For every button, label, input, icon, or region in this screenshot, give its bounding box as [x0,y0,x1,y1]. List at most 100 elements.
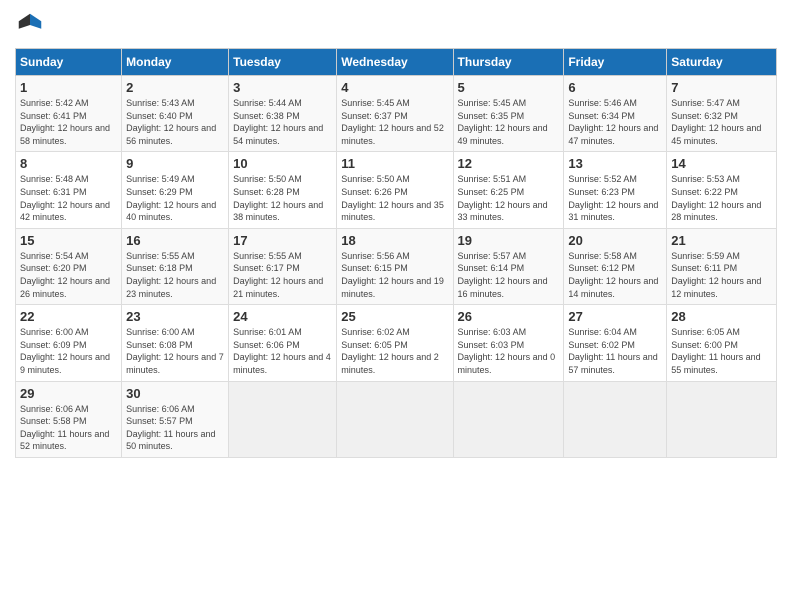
day-info: Sunrise: 5:52 AMSunset: 6:23 PMDaylight:… [568,173,662,223]
day-info: Sunrise: 6:04 AMSunset: 6:02 PMDaylight:… [568,326,662,376]
day-number: 17 [233,233,332,248]
calendar-cell: 16 Sunrise: 5:55 AMSunset: 6:18 PMDaylig… [122,228,229,304]
calendar-week-row: 15 Sunrise: 5:54 AMSunset: 6:20 PMDaylig… [16,228,777,304]
calendar-cell: 28 Sunrise: 6:05 AMSunset: 6:00 PMDaylig… [667,305,777,381]
calendar-cell: 29 Sunrise: 6:06 AMSunset: 5:58 PMDaylig… [16,381,122,457]
day-number: 4 [341,80,448,95]
day-number: 18 [341,233,448,248]
calendar-cell [667,381,777,457]
day-info: Sunrise: 6:01 AMSunset: 6:06 PMDaylight:… [233,326,332,376]
day-number: 27 [568,309,662,324]
calendar-cell: 21 Sunrise: 5:59 AMSunset: 6:11 PMDaylig… [667,228,777,304]
weekday-header: Wednesday [337,49,453,76]
calendar-cell [337,381,453,457]
calendar-cell: 17 Sunrise: 5:55 AMSunset: 6:17 PMDaylig… [229,228,337,304]
day-info: Sunrise: 5:49 AMSunset: 6:29 PMDaylight:… [126,173,224,223]
day-number: 29 [20,386,117,401]
day-number: 16 [126,233,224,248]
day-number: 19 [458,233,560,248]
calendar-cell: 12 Sunrise: 5:51 AMSunset: 6:25 PMDaylig… [453,152,564,228]
calendar-cell: 23 Sunrise: 6:00 AMSunset: 6:08 PMDaylig… [122,305,229,381]
calendar-cell: 1 Sunrise: 5:42 AMSunset: 6:41 PMDayligh… [16,76,122,152]
calendar-week-row: 22 Sunrise: 6:00 AMSunset: 6:09 PMDaylig… [16,305,777,381]
weekday-header: Friday [564,49,667,76]
day-info: Sunrise: 6:00 AMSunset: 6:08 PMDaylight:… [126,326,224,376]
day-info: Sunrise: 5:43 AMSunset: 6:40 PMDaylight:… [126,97,224,147]
day-info: Sunrise: 6:06 AMSunset: 5:58 PMDaylight:… [20,403,117,453]
day-number: 5 [458,80,560,95]
day-number: 1 [20,80,117,95]
weekday-header: Thursday [453,49,564,76]
calendar-cell: 27 Sunrise: 6:04 AMSunset: 6:02 PMDaylig… [564,305,667,381]
weekday-header: Saturday [667,49,777,76]
day-number: 24 [233,309,332,324]
day-number: 26 [458,309,560,324]
calendar-cell: 24 Sunrise: 6:01 AMSunset: 6:06 PMDaylig… [229,305,337,381]
day-info: Sunrise: 5:55 AMSunset: 6:18 PMDaylight:… [126,250,224,300]
day-number: 14 [671,156,772,171]
day-number: 3 [233,80,332,95]
day-number: 9 [126,156,224,171]
calendar-cell: 14 Sunrise: 5:53 AMSunset: 6:22 PMDaylig… [667,152,777,228]
day-number: 28 [671,309,772,324]
calendar-cell: 9 Sunrise: 5:49 AMSunset: 6:29 PMDayligh… [122,152,229,228]
weekday-header: Tuesday [229,49,337,76]
weekday-header: Sunday [16,49,122,76]
day-number: 11 [341,156,448,171]
day-number: 12 [458,156,560,171]
calendar-week-row: 29 Sunrise: 6:06 AMSunset: 5:58 PMDaylig… [16,381,777,457]
page-container: SundayMondayTuesdayWednesdayThursdayFrid… [0,0,792,468]
calendar-cell: 20 Sunrise: 5:58 AMSunset: 6:12 PMDaylig… [564,228,667,304]
day-info: Sunrise: 6:05 AMSunset: 6:00 PMDaylight:… [671,326,772,376]
calendar-cell: 19 Sunrise: 5:57 AMSunset: 6:14 PMDaylig… [453,228,564,304]
day-info: Sunrise: 5:45 AMSunset: 6:35 PMDaylight:… [458,97,560,147]
day-number: 20 [568,233,662,248]
day-info: Sunrise: 5:51 AMSunset: 6:25 PMDaylight:… [458,173,560,223]
day-number: 15 [20,233,117,248]
weekday-header: Monday [122,49,229,76]
calendar-cell: 8 Sunrise: 5:48 AMSunset: 6:31 PMDayligh… [16,152,122,228]
calendar-cell: 2 Sunrise: 5:43 AMSunset: 6:40 PMDayligh… [122,76,229,152]
day-number: 2 [126,80,224,95]
calendar-cell: 11 Sunrise: 5:50 AMSunset: 6:26 PMDaylig… [337,152,453,228]
calendar-week-row: 8 Sunrise: 5:48 AMSunset: 6:31 PMDayligh… [16,152,777,228]
day-info: Sunrise: 5:58 AMSunset: 6:12 PMDaylight:… [568,250,662,300]
calendar-cell: 26 Sunrise: 6:03 AMSunset: 6:03 PMDaylig… [453,305,564,381]
day-info: Sunrise: 5:42 AMSunset: 6:41 PMDaylight:… [20,97,117,147]
calendar-cell: 25 Sunrise: 6:02 AMSunset: 6:05 PMDaylig… [337,305,453,381]
day-info: Sunrise: 5:45 AMSunset: 6:37 PMDaylight:… [341,97,448,147]
calendar-cell [229,381,337,457]
calendar-week-row: 1 Sunrise: 5:42 AMSunset: 6:41 PMDayligh… [16,76,777,152]
calendar-cell: 5 Sunrise: 5:45 AMSunset: 6:35 PMDayligh… [453,76,564,152]
day-info: Sunrise: 5:46 AMSunset: 6:34 PMDaylight:… [568,97,662,147]
day-number: 30 [126,386,224,401]
day-number: 6 [568,80,662,95]
logo-icon [15,10,45,40]
day-number: 25 [341,309,448,324]
day-info: Sunrise: 5:57 AMSunset: 6:14 PMDaylight:… [458,250,560,300]
calendar-cell [453,381,564,457]
weekday-header-row: SundayMondayTuesdayWednesdayThursdayFrid… [16,49,777,76]
day-info: Sunrise: 5:47 AMSunset: 6:32 PMDaylight:… [671,97,772,147]
calendar-cell: 6 Sunrise: 5:46 AMSunset: 6:34 PMDayligh… [564,76,667,152]
day-info: Sunrise: 6:03 AMSunset: 6:03 PMDaylight:… [458,326,560,376]
day-info: Sunrise: 5:48 AMSunset: 6:31 PMDaylight:… [20,173,117,223]
calendar-cell: 15 Sunrise: 5:54 AMSunset: 6:20 PMDaylig… [16,228,122,304]
day-number: 8 [20,156,117,171]
calendar-cell: 22 Sunrise: 6:00 AMSunset: 6:09 PMDaylig… [16,305,122,381]
day-number: 22 [20,309,117,324]
day-info: Sunrise: 6:00 AMSunset: 6:09 PMDaylight:… [20,326,117,376]
day-info: Sunrise: 5:59 AMSunset: 6:11 PMDaylight:… [671,250,772,300]
day-info: Sunrise: 6:02 AMSunset: 6:05 PMDaylight:… [341,326,448,376]
day-info: Sunrise: 5:55 AMSunset: 6:17 PMDaylight:… [233,250,332,300]
day-info: Sunrise: 5:50 AMSunset: 6:28 PMDaylight:… [233,173,332,223]
calendar-cell: 13 Sunrise: 5:52 AMSunset: 6:23 PMDaylig… [564,152,667,228]
calendar-cell [564,381,667,457]
calendar-cell: 18 Sunrise: 5:56 AMSunset: 6:15 PMDaylig… [337,228,453,304]
day-info: Sunrise: 5:50 AMSunset: 6:26 PMDaylight:… [341,173,448,223]
day-number: 23 [126,309,224,324]
day-info: Sunrise: 5:53 AMSunset: 6:22 PMDaylight:… [671,173,772,223]
calendar-cell: 10 Sunrise: 5:50 AMSunset: 6:28 PMDaylig… [229,152,337,228]
day-number: 7 [671,80,772,95]
day-number: 21 [671,233,772,248]
